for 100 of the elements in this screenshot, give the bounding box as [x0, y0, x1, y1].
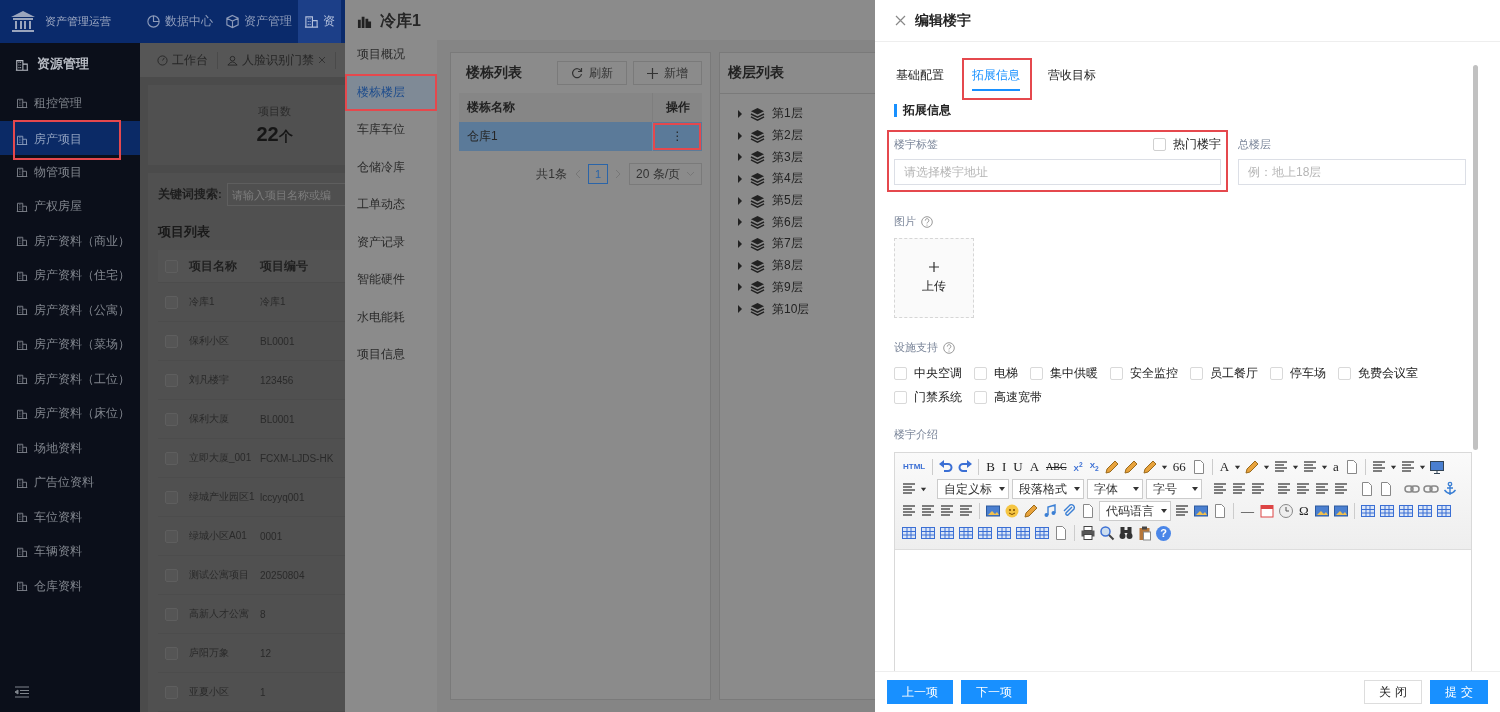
nav-item[interactable]: 智能硬件	[345, 261, 437, 299]
caret-icon[interactable]	[1418, 463, 1426, 471]
caret-icon[interactable]	[737, 218, 743, 227]
nav-item[interactable]: 仓储冷库	[345, 148, 437, 186]
clipboard-icon[interactable]	[1137, 525, 1153, 541]
tree-item[interactable]: 第6层	[772, 213, 803, 231]
toolbar-button[interactable]: A	[1027, 459, 1041, 475]
lines-icon[interactable]	[1276, 481, 1292, 497]
upload-button[interactable]: 上传	[894, 238, 974, 318]
refresh-button[interactable]: 刷新	[557, 61, 627, 85]
caret-icon[interactable]	[737, 261, 743, 270]
toolbar-select[interactable]: 段落格式	[1012, 479, 1084, 499]
caret-icon[interactable]	[1321, 463, 1329, 471]
toolbar-button[interactable]: X$_{2}$	[1087, 457, 1101, 477]
picture-icon[interactable]	[985, 503, 1001, 519]
caret-icon[interactable]	[737, 196, 743, 205]
pen-icon[interactable]	[1023, 503, 1039, 519]
lines-icon[interactable]	[1250, 481, 1266, 497]
more-button[interactable]: ⋮	[652, 122, 702, 151]
sidebar-item[interactable]: 房产资料（床位）	[0, 396, 140, 431]
menu-icon[interactable]	[15, 686, 29, 698]
sidebar-item[interactable]: 产权房屋	[0, 189, 140, 224]
lines-icon[interactable]	[958, 503, 974, 519]
pen-icon[interactable]	[1103, 459, 1120, 475]
tree-item[interactable]: 第10层	[772, 300, 810, 318]
nav-item[interactable]: 项目信息	[345, 336, 437, 374]
caret-icon[interactable]	[737, 174, 743, 183]
nav-item[interactable]: 资产记录	[345, 223, 437, 261]
toolbar-button[interactable]: X$^{2}$	[1071, 457, 1085, 477]
table-icon[interactable]	[1378, 503, 1395, 519]
nav-tab[interactable]: 资产管理	[219, 0, 298, 43]
caret-icon[interactable]	[737, 153, 743, 162]
table-icon[interactable]	[920, 525, 936, 541]
sidebar-item[interactable]: 房产资料（公寓）	[0, 293, 140, 328]
caret-icon[interactable]	[737, 239, 743, 248]
picture-icon[interactable]	[1313, 503, 1330, 519]
tree-item[interactable]: 第2层	[772, 127, 803, 145]
lines-icon[interactable]	[939, 503, 955, 519]
tree-item[interactable]: 第4层	[772, 170, 803, 188]
smiley-icon[interactable]	[1004, 503, 1020, 519]
page-icon[interactable]	[1053, 525, 1069, 541]
caret-icon[interactable]	[1292, 463, 1300, 471]
lines-icon[interactable]	[901, 503, 917, 519]
caret-icon[interactable]	[1160, 463, 1168, 471]
table-icon[interactable]	[1435, 503, 1452, 519]
toolbar-select[interactable]: 自定义标	[937, 479, 1009, 499]
table-icon[interactable]	[996, 525, 1012, 541]
caret-icon[interactable]	[1389, 463, 1397, 471]
anchor-icon[interactable]	[1442, 481, 1458, 497]
lines-icon[interactable]	[1231, 481, 1247, 497]
nav-item[interactable]: 项目概况	[345, 36, 437, 74]
search-icon[interactable]	[1099, 525, 1115, 541]
caret-icon[interactable]	[1263, 463, 1271, 471]
sidebar-item[interactable]: 车位资料	[0, 500, 140, 535]
picture-icon[interactable]	[1332, 503, 1349, 519]
table-icon[interactable]	[901, 525, 917, 541]
nav-item[interactable]: 车库车位	[345, 111, 437, 149]
sidebar-item[interactable]: 仓库资料	[0, 569, 140, 604]
sidebar-item[interactable]: 广告位资料	[0, 465, 140, 500]
nav-item[interactable]: 水电能耗	[345, 298, 437, 336]
caret-icon[interactable]	[737, 131, 743, 140]
table-icon[interactable]	[1416, 503, 1433, 519]
binoculars-icon[interactable]	[1118, 525, 1134, 541]
tab[interactable]: 拓展信息	[962, 58, 1032, 100]
lines-icon[interactable]	[1314, 481, 1330, 497]
lines-icon[interactable]	[1399, 459, 1416, 475]
monitor-icon[interactable]	[1428, 459, 1445, 475]
add-button[interactable]: 新增	[633, 61, 702, 85]
redo-icon[interactable]	[957, 459, 974, 475]
toolbar-select[interactable]: 代码语言	[1099, 501, 1171, 521]
sidebar-item[interactable]: 房产资料（菜场）	[0, 327, 140, 362]
close-button[interactable]: 关闭	[1364, 680, 1422, 704]
toolbar-button[interactable]: Ω	[1297, 503, 1311, 519]
printer-icon[interactable]	[1080, 525, 1096, 541]
clock-icon[interactable]	[1278, 503, 1294, 519]
lines-icon[interactable]	[1174, 503, 1190, 519]
caret-icon[interactable]	[737, 109, 743, 118]
page-icon[interactable]	[1378, 481, 1394, 497]
table-row[interactable]: 仓库1 ⋮	[459, 122, 702, 151]
table-icon[interactable]	[1359, 503, 1376, 519]
tree-item[interactable]: 第8层	[772, 257, 803, 275]
picture-icon[interactable]	[1193, 503, 1209, 519]
next-button[interactable]: 下一项	[961, 680, 1027, 704]
lines-icon[interactable]	[1370, 459, 1387, 475]
calendar-icon[interactable]	[1259, 503, 1275, 519]
table-icon[interactable]	[939, 525, 955, 541]
toolbar-button[interactable]: HTML	[901, 459, 928, 475]
lines-icon[interactable]	[901, 481, 917, 497]
sidebar-item[interactable]: 租控管理	[0, 86, 140, 121]
page-size-select[interactable]: 20 条/页	[629, 163, 702, 185]
table-icon[interactable]	[1034, 525, 1050, 541]
toolbar-select[interactable]: 字号	[1146, 479, 1202, 499]
toolbar-button[interactable]: B	[984, 459, 997, 475]
tab[interactable]: 基础配置	[886, 58, 956, 100]
lines-icon[interactable]	[1273, 459, 1290, 475]
sidebar-item[interactable]: 场地资料	[0, 431, 140, 466]
caret-icon[interactable]	[737, 305, 743, 314]
caret-icon[interactable]	[737, 283, 743, 292]
sidebar-item[interactable]: 房产资料（住宅）	[0, 258, 140, 293]
pen-icon[interactable]	[1122, 459, 1139, 475]
